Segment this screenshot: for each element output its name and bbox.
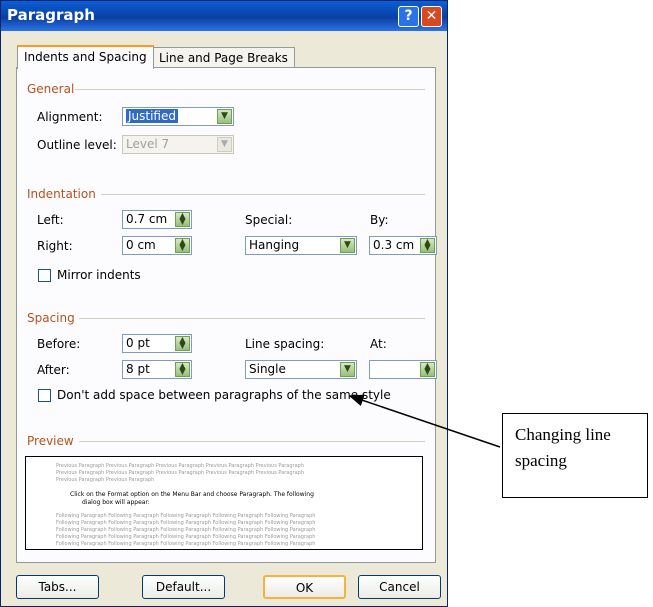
spacing-before-value: 0 pt [126,336,150,350]
spinner-icon[interactable]: ▲ ▼ [175,362,190,377]
outline-level-label: Outline level: [37,138,117,152]
mirror-indents-label: Mirror indents [57,268,141,282]
preview-current-line: Click on the Format option on the Menu B… [70,491,314,498]
indentation-header: Indentation [27,187,96,201]
at-input[interactable]: ▲ ▼ [369,360,437,379]
preview-previous-line: Previous Paragraph Previous Paragraph Pr… [56,463,305,469]
tab-indents-and-spacing[interactable]: Indents and Spacing [17,45,154,69]
spacing-after-value: 8 pt [126,362,150,376]
cancel-button-label: Cancel [379,580,420,594]
mirror-indents-checkbox[interactable] [38,269,51,282]
ok-button-label: OK [295,581,314,595]
spacing-header: Spacing [27,311,75,325]
close-button[interactable]: ✕ [421,6,442,27]
preview-following-line: Following Paragraph Following Paragraph … [56,520,316,526]
after-label: After: [37,363,70,377]
chevron-down-icon[interactable]: ▼ [340,238,355,253]
left-indent-label: Left: [37,213,64,227]
line-spacing-label: Line spacing: [245,337,325,351]
right-indent-label: Right: [37,239,73,253]
spacing-divider [79,318,425,319]
preview-divider [79,441,425,442]
alignment-select[interactable]: Justified ▼ [122,107,234,126]
preview-header: Preview [27,434,74,448]
dialog-title: Paragraph [7,6,95,24]
annotation-callout: Changing line spacing [502,413,648,498]
spinner-icon[interactable]: ▲ ▼ [175,238,190,253]
preview-following-line: Following Paragraph Following Paragraph … [56,534,316,540]
by-input[interactable]: 0.3 cm ▲ ▼ [369,236,437,255]
right-indent-input[interactable]: 0 cm ▲ ▼ [122,236,192,255]
spinner-icon[interactable]: ▲ ▼ [420,362,435,377]
outline-level-value: Level 7 [126,137,170,151]
ok-button[interactable]: OK [263,575,346,599]
alignment-label: Alignment: [37,110,103,124]
close-icon: ✕ [425,8,438,24]
by-label: By: [370,213,389,227]
spinner-icon[interactable]: ▲ ▼ [420,238,435,253]
tab-label: Line and Page Breaks [159,51,288,65]
outline-level-select[interactable]: Level 7 ▼ [122,135,234,154]
spinner-icon[interactable]: ▲ ▼ [175,212,190,227]
spinner-icon[interactable]: ▲ ▼ [175,336,190,351]
preview-previous-line: Previous Paragraph Previous Paragraph Pr… [56,470,305,476]
chevron-down-icon[interactable]: ▼ [217,109,232,124]
indentation-divider [101,194,425,195]
tabs-button[interactable]: Tabs... [16,575,99,599]
left-indent-value: 0.7 cm [126,212,168,226]
annotation-text: Changing line spacing [515,425,611,470]
dont-add-space-checkbox[interactable] [38,389,51,402]
default-button[interactable]: Default... [142,575,225,599]
before-label: Before: [37,337,81,351]
help-icon: ? [404,8,413,24]
alignment-value: Justified [126,109,178,123]
tab-line-and-page-breaks[interactable]: Line and Page Breaks [152,47,295,68]
special-value: Hanging [249,238,300,252]
cancel-button[interactable]: Cancel [358,575,441,599]
title-bar[interactable]: Paragraph ? ✕ [1,1,447,31]
special-label: Special: [245,213,293,227]
preview-following-line: Following Paragraph Following Paragraph … [56,541,316,547]
line-spacing-value: Single [249,362,286,376]
right-indent-value: 0 cm [126,238,156,252]
preview-previous-line: Previous Paragraph Previous Paragraph [56,477,155,483]
by-value: 0.3 cm [373,238,415,252]
help-button[interactable]: ? [398,6,419,27]
left-indent-input[interactable]: 0.7 cm ▲ ▼ [122,210,192,229]
preview-current-line: dialog box will appear: [82,499,150,506]
chevron-down-icon[interactable]: ▼ [340,362,355,377]
general-divider [75,89,425,90]
preview-box: Previous Paragraph Previous Paragraph Pr… [25,456,423,550]
chevron-down-icon: ▼ [217,137,232,152]
line-spacing-select[interactable]: Single ▼ [245,360,357,379]
general-header: General [27,82,75,96]
special-select[interactable]: Hanging ▼ [245,236,357,255]
default-button-label: Default... [155,580,212,594]
dont-add-space-label: Don't add space between paragraphs of th… [57,388,391,402]
tabs-button-label: Tabs... [38,580,77,594]
at-label: At: [370,337,387,351]
spacing-after-input[interactable]: 8 pt ▲ ▼ [122,360,192,379]
preview-following-line: Following Paragraph Following Paragraph … [56,527,316,533]
paragraph-dialog: Paragraph ? ✕ Indents and Spacing Line a… [0,0,448,607]
preview-following-line: Following Paragraph Following Paragraph … [56,513,316,519]
spacing-before-input[interactable]: 0 pt ▲ ▼ [122,334,192,353]
tab-label: Indents and Spacing [24,50,147,64]
